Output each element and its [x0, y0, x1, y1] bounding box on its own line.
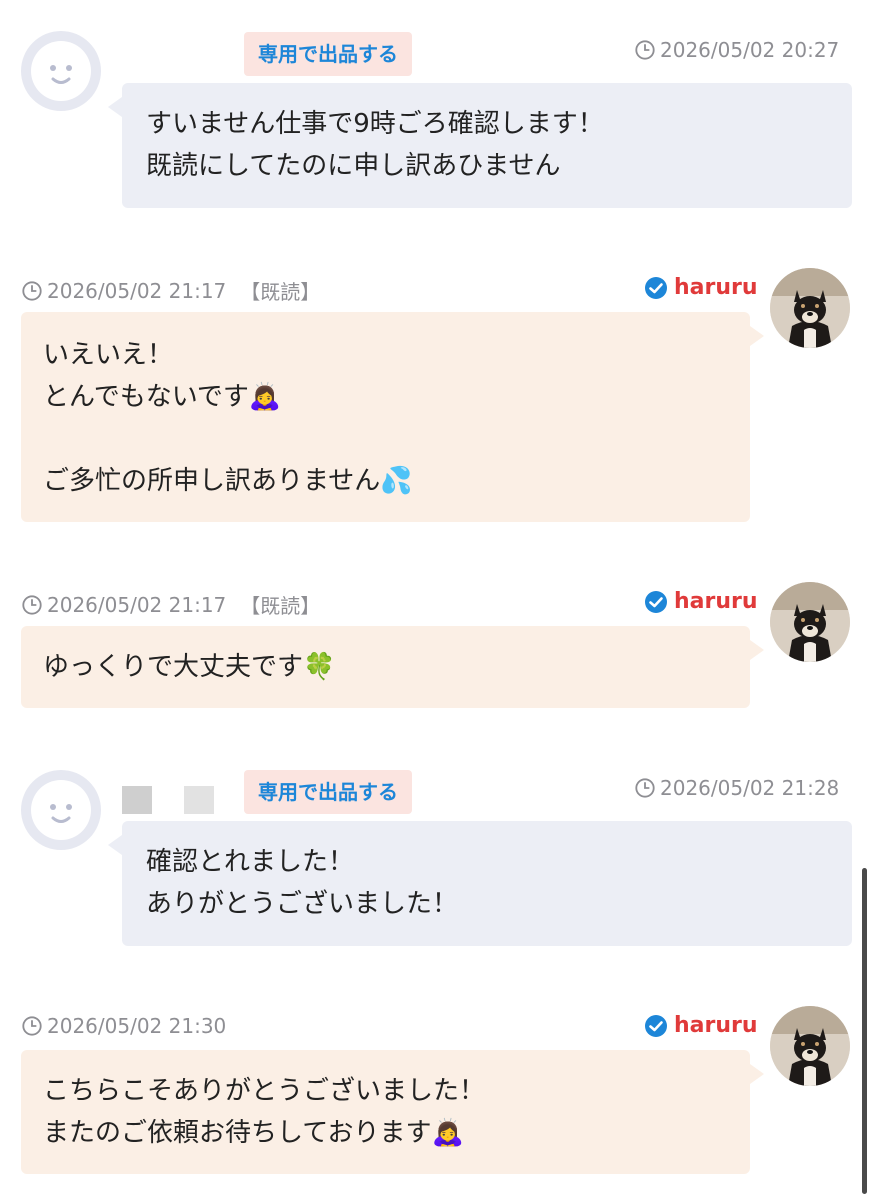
self-user-avatar[interactable] — [770, 1006, 850, 1086]
username-text: haruru — [674, 589, 758, 614]
verified-check-icon — [645, 590, 667, 613]
message-bubble[interactable]: いえいえ！ とんでもないです🙇‍♀️ ご多忙の所申し訳ありません💦 — [21, 312, 764, 522]
timestamp-text: 2026/05/02 21:17 — [47, 592, 227, 617]
message-timestamp: 2026/05/02 21:17 【既読】 — [21, 590, 320, 619]
clock-icon — [635, 40, 655, 60]
redacted-username-block — [184, 786, 214, 814]
message-bubble[interactable]: ゆっくりで大丈夫です🍀 — [21, 626, 764, 708]
redacted-username-block — [122, 786, 152, 814]
clock-icon — [635, 778, 655, 798]
read-status: 【既読】 — [240, 280, 321, 304]
message-bubble[interactable]: 確認とれました！ ありがとうございました！ — [108, 821, 852, 946]
shiba-dog-icon — [770, 1006, 850, 1086]
message-timestamp: 2026/05/02 20:27 — [634, 38, 839, 62]
username-label[interactable]: haruru — [644, 589, 758, 614]
username-label[interactable]: haruru — [644, 1013, 758, 1038]
self-user-avatar[interactable] — [770, 268, 850, 348]
message-timestamp: 2026/05/02 21:28 — [634, 776, 839, 800]
other-user-avatar[interactable] — [21, 770, 101, 850]
listing-tag-button[interactable]: 専用で出品する — [244, 32, 412, 76]
default-face-icon — [31, 41, 91, 101]
other-user-avatar[interactable] — [21, 31, 101, 111]
timestamp-text: 2026/05/02 20:27 — [660, 38, 840, 62]
self-user-avatar[interactable] — [770, 582, 850, 662]
shiba-dog-icon — [770, 268, 850, 348]
username-text: haruru — [674, 1013, 758, 1038]
timestamp-text: 2026/05/02 21:30 — [47, 1014, 227, 1038]
message-timestamp: 2026/05/02 21:17 【既読】 — [21, 276, 320, 305]
message-timestamp: 2026/05/02 21:30 — [21, 1014, 226, 1038]
chat-thread[interactable]: 専用で出品する 2026/05/02 20:27 すいません仕事で9時ごろ確認し… — [0, 0, 872, 1200]
verified-check-icon — [645, 276, 667, 299]
clock-icon — [22, 1016, 42, 1036]
shiba-dog-icon — [770, 582, 850, 662]
timestamp-text: 2026/05/02 21:17 — [47, 278, 227, 303]
read-status: 【既読】 — [240, 594, 321, 618]
username-label[interactable]: haruru — [644, 275, 758, 300]
listing-tag-button[interactable]: 専用で出品する — [244, 770, 412, 814]
default-face-icon — [31, 780, 91, 840]
message-bubble[interactable]: こちらこそありがとうございました！ またのご依頼お待ちしております🙇‍♀️ — [21, 1050, 764, 1174]
vertical-scrollbar[interactable] — [862, 868, 867, 1194]
clock-icon — [22, 594, 42, 615]
timestamp-text: 2026/05/02 21:28 — [660, 776, 840, 800]
message-bubble[interactable]: すいません仕事で9時ごろ確認します！ 既読にしてたのに申し訳あひません — [108, 83, 852, 208]
username-text: haruru — [674, 275, 758, 300]
clock-icon — [22, 280, 42, 301]
verified-check-icon — [645, 1014, 667, 1037]
